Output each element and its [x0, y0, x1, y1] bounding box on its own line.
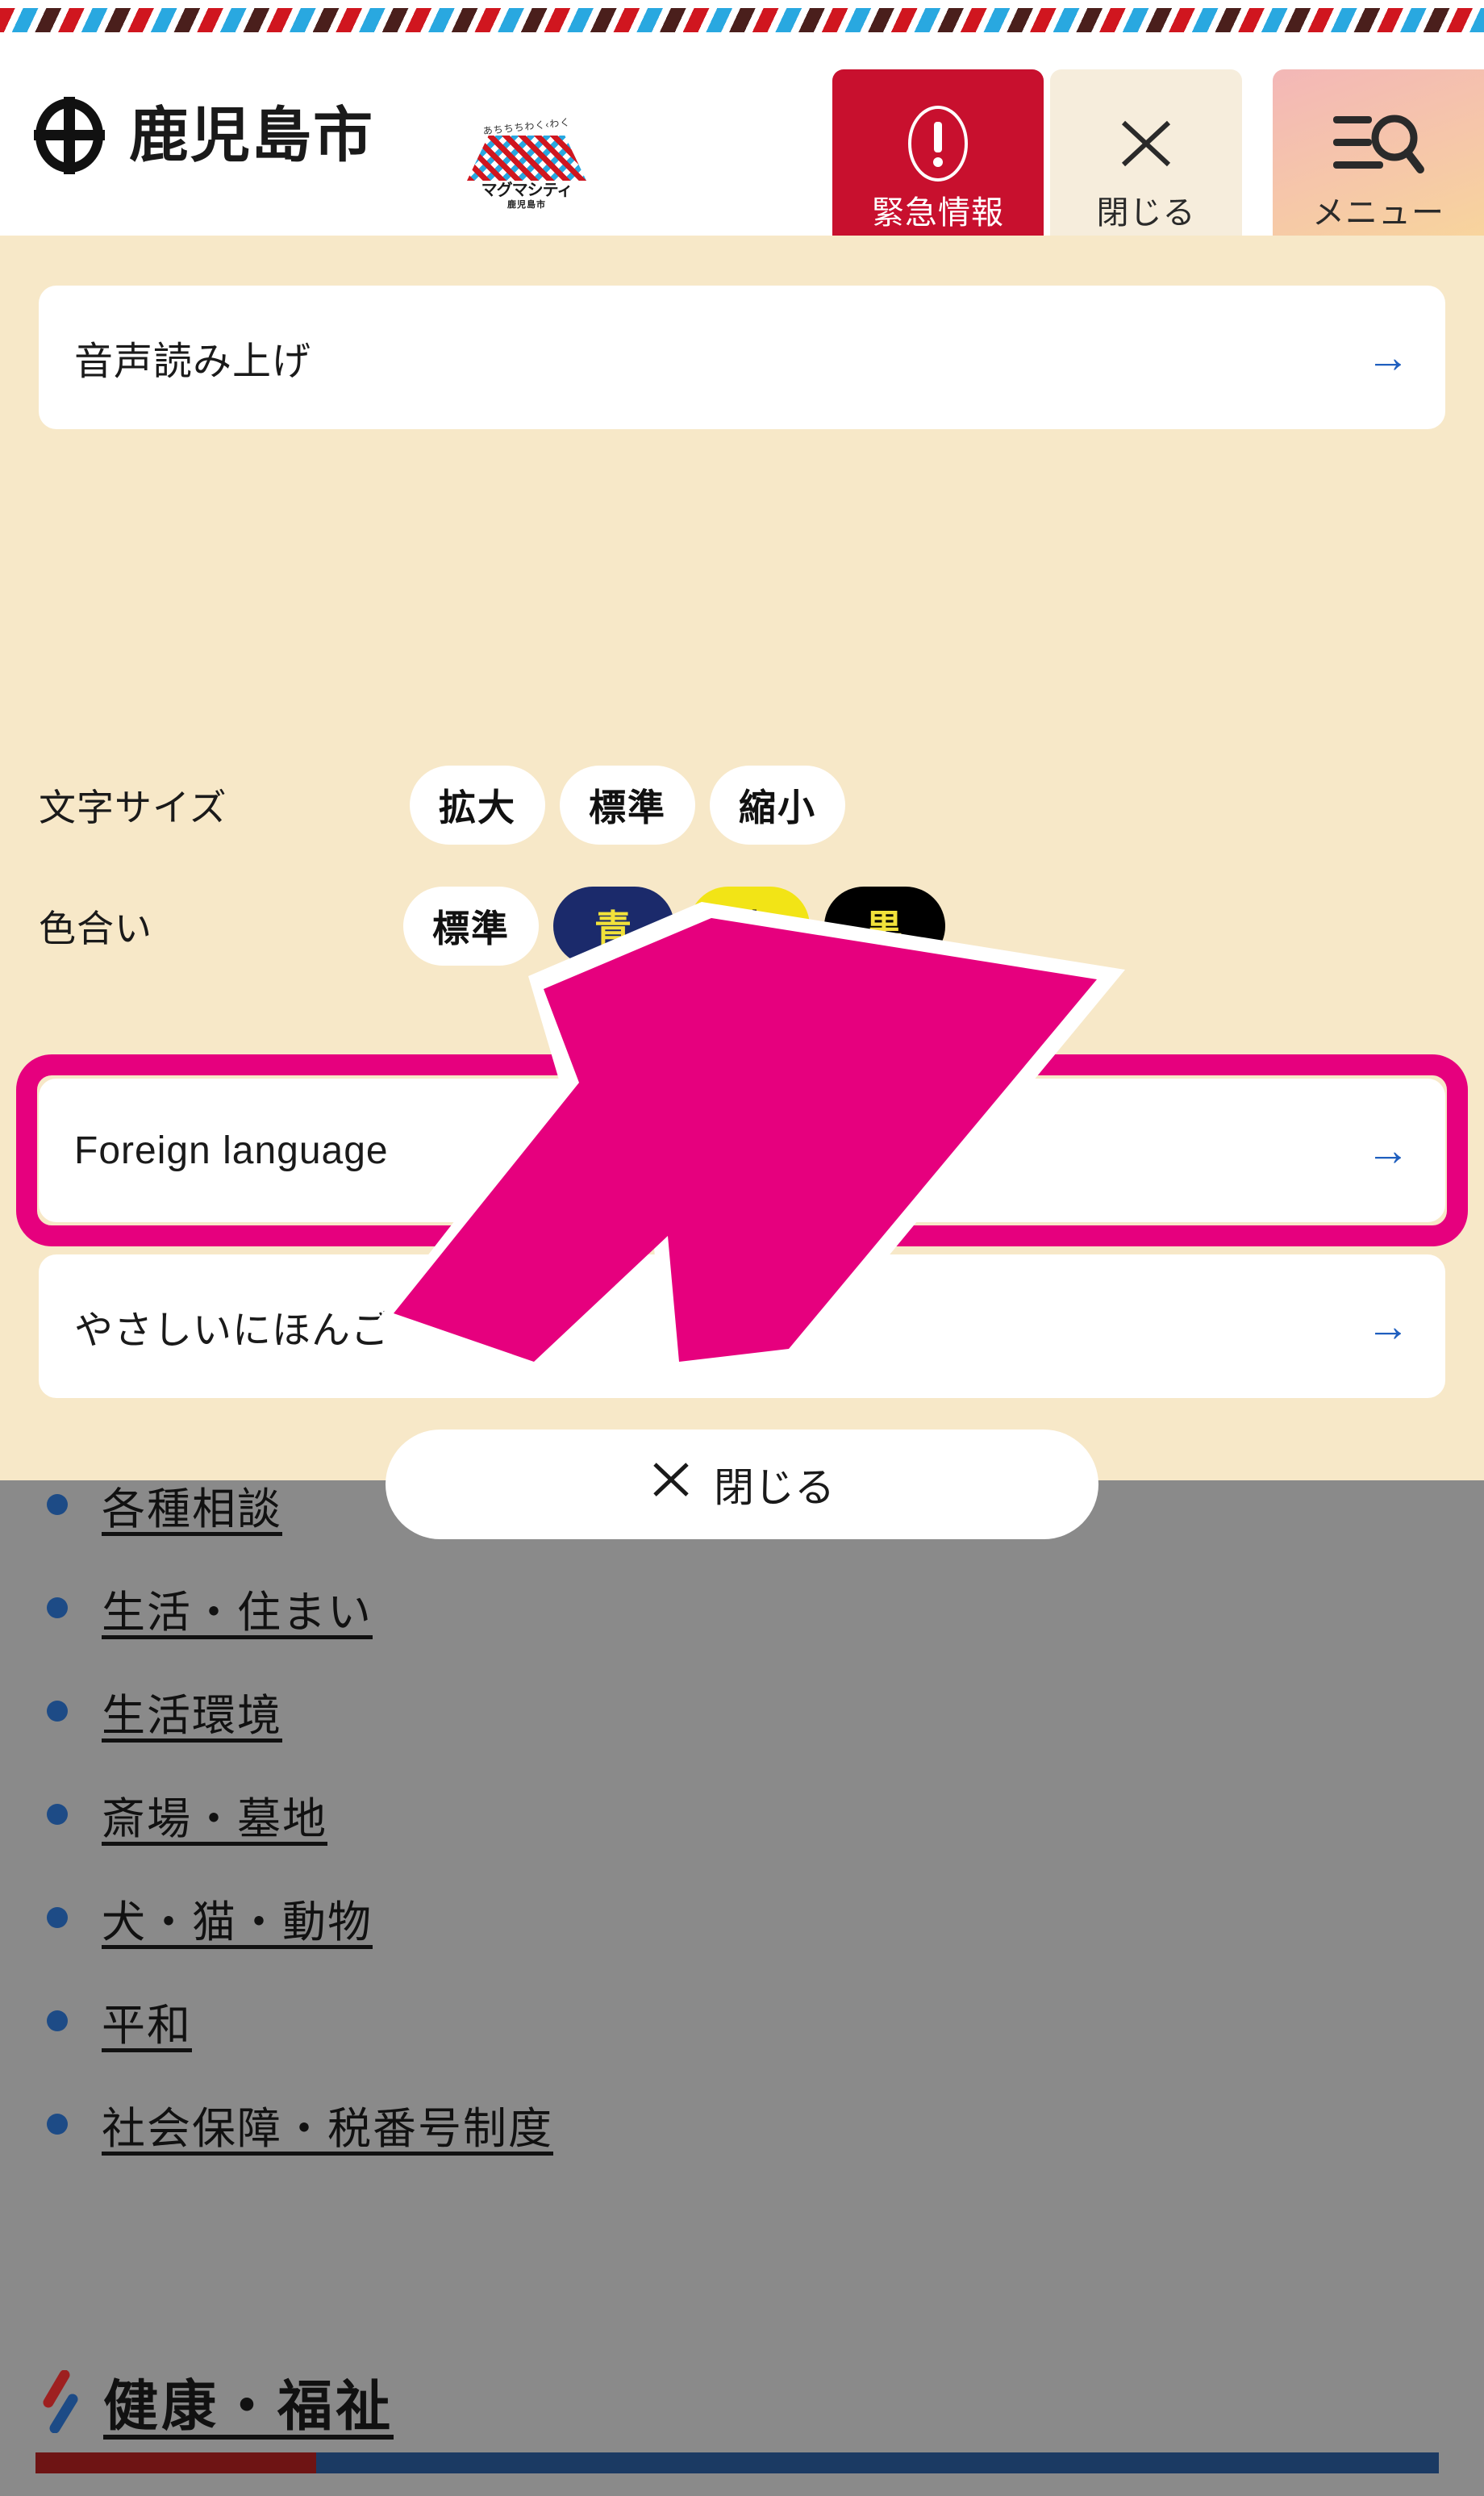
header-close-button[interactable]: 閉じる: [1050, 69, 1242, 259]
bottom-bar-red-segment: [35, 2452, 316, 2473]
dimmed-page-content: 各種相談 生活・住まい 生活環境 斎場・墓地 犬・猫・動物 平和 社会保障・税番…: [0, 1480, 1484, 2496]
link-list: 各種相談 生活・住まい 生活環境 斎場・墓地 犬・猫・動物 平和 社会保障・税番…: [0, 1480, 1484, 2176]
color-scheme-row: 色合い 標準 青 黄 黒: [39, 881, 1445, 971]
list-item-label[interactable]: 各種相談: [102, 1473, 282, 1537]
arrow-right-icon: →: [1366, 1126, 1410, 1175]
magma-sub: 鹿児島市: [507, 200, 546, 210]
section-heading[interactable]: 健康・福祉: [37, 2361, 394, 2441]
alert-exclamation-icon: [903, 100, 973, 187]
list-item-label[interactable]: 社会保障・税番号制度: [102, 2093, 553, 2156]
close-x-icon: [649, 1458, 693, 1511]
list-item[interactable]: 生活・住まい: [0, 1556, 1484, 1659]
color-scheme-label: 色合い: [39, 908, 152, 950]
font-size-option-standard[interactable]: 標準: [560, 766, 695, 845]
list-item-label[interactable]: 平和: [102, 1989, 192, 2053]
color-option-yellow[interactable]: 黄: [689, 887, 810, 966]
arrow-right-icon: →: [1366, 1302, 1410, 1350]
accessibility-panel: 音声読み上げ → 文字サイズ 拡大 標準 縮小 色合い 標準 青 黄 黒 For…: [0, 236, 1484, 1539]
bullet-icon: [47, 1701, 68, 1722]
foreign-language-label: Foreign language: [74, 1129, 389, 1172]
bullet-icon: [47, 2114, 68, 2135]
easy-japanese-label: やさしいにほんご: [74, 1309, 391, 1352]
bullet-icon: [47, 1494, 68, 1515]
double-slash-icon: [43, 2369, 78, 2433]
magma-city-logo: あちちちわく‹わく マグマシティ 鹿児島市: [466, 116, 587, 216]
panel-close-label: 閉じる: [714, 1465, 835, 1510]
menu-search-icon: [1330, 100, 1427, 187]
kagoshima-city-emblem-icon: [34, 97, 105, 174]
emergency-info-label: 緊急情報: [872, 194, 1004, 231]
bottom-bar-blue-segment: [316, 2452, 1439, 2473]
list-item[interactable]: 社会保障・税番号制度: [0, 2072, 1484, 2176]
color-option-blue[interactable]: 青: [553, 887, 674, 966]
list-item[interactable]: 犬・猫・動物: [0, 1866, 1484, 1969]
magma-name: マグマシティ: [481, 182, 573, 199]
color-option-black[interactable]: 黒: [824, 887, 945, 966]
page-root: 鹿児島市 あちちちわく‹わく マグマシティ 鹿児島市 緊急情報 閉じる メニュー…: [0, 0, 1484, 2496]
list-item[interactable]: 平和: [0, 1969, 1484, 2072]
bullet-icon: [47, 1907, 68, 1928]
city-name: 鹿児島市: [129, 102, 374, 169]
arrow-right-icon: →: [1366, 333, 1410, 382]
menu-label: メニュー: [1312, 194, 1444, 231]
easy-japanese-row[interactable]: やさしいにほんご →: [39, 1254, 1445, 1398]
magma-mountain-icon: [467, 136, 586, 181]
header-close-label: 閉じる: [1096, 194, 1196, 231]
menu-button[interactable]: メニュー: [1273, 69, 1484, 259]
font-size-row: 文字サイズ 拡大 標準 縮小: [39, 760, 1445, 850]
font-size-option-large[interactable]: 拡大: [410, 766, 545, 845]
bullet-icon: [47, 2010, 68, 2031]
site-header: 鹿児島市 あちちちわく‹わく マグマシティ 鹿児島市 緊急情報 閉じる メニュー: [0, 32, 1484, 259]
close-x-icon: [1112, 100, 1180, 187]
foreign-language-row[interactable]: Foreign language →: [39, 1079, 1445, 1222]
text-to-speech-row[interactable]: 音声読み上げ →: [39, 286, 1445, 429]
list-item[interactable]: 斎場・墓地: [0, 1763, 1484, 1866]
list-item[interactable]: 生活環境: [0, 1659, 1484, 1763]
list-item-label[interactable]: 生活環境: [102, 1680, 282, 1743]
list-item-label[interactable]: 犬・猫・動物: [102, 1886, 373, 1950]
site-brand[interactable]: 鹿児島市: [32, 95, 374, 176]
section-heading-label[interactable]: 健康・福祉: [103, 2361, 394, 2441]
color-option-standard[interactable]: 標準: [403, 887, 539, 966]
bullet-icon: [47, 1597, 68, 1618]
emergency-info-button[interactable]: 緊急情報: [832, 69, 1044, 259]
panel-close-button[interactable]: 閉じる: [386, 1430, 1098, 1539]
list-item-label[interactable]: 斎場・墓地: [102, 1783, 327, 1847]
list-item-label[interactable]: 生活・住まい: [102, 1576, 373, 1640]
striped-top-border: [0, 8, 1484, 32]
bullet-icon: [47, 1804, 68, 1825]
font-size-label: 文字サイズ: [39, 787, 227, 829]
bottom-color-bar: [35, 2452, 1439, 2473]
font-size-option-small[interactable]: 縮小: [710, 766, 845, 845]
text-to-speech-label: 音声読み上げ: [74, 340, 312, 383]
